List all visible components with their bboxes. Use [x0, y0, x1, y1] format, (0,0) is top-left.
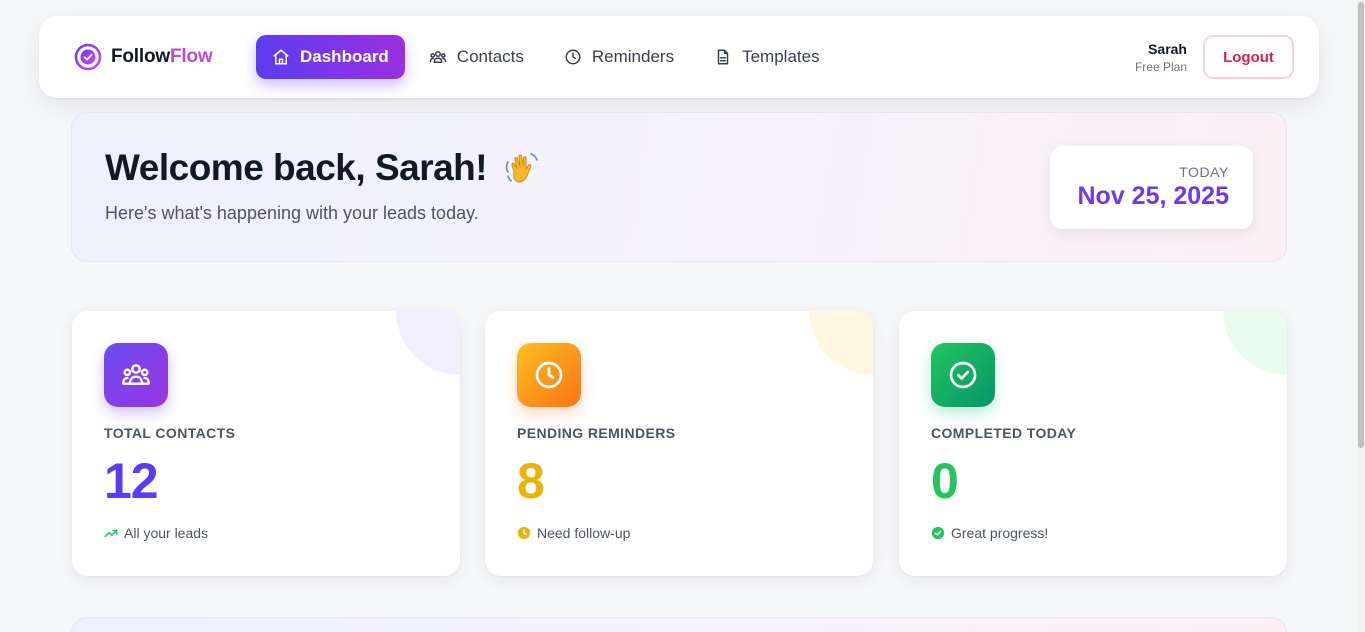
check-circle-icon	[949, 361, 977, 389]
stat-value: 0	[931, 453, 959, 509]
user-plan: Free Plan	[1134, 60, 1187, 74]
users-icon	[429, 51, 447, 63]
stat-decoration	[1223, 311, 1287, 375]
waving-hand-icon	[505, 153, 538, 183]
stat-footer: Need follow-up	[517, 525, 630, 541]
date-label: TODAY	[1179, 164, 1229, 180]
stat-decoration	[809, 311, 873, 375]
logout-button[interactable]: Logout	[1203, 35, 1294, 79]
users-icon	[122, 364, 150, 385]
top-navbar: FollowFlow Dashboard Contacts Reminders …	[39, 16, 1319, 98]
home-icon	[273, 49, 289, 65]
clock-filled-icon	[517, 526, 531, 540]
stat-value: 12	[104, 453, 159, 509]
brand-check-icon	[74, 43, 102, 71]
stat-icon-box	[931, 343, 995, 407]
main-nav: Dashboard Contacts Reminders Templates	[256, 35, 844, 79]
stat-label: COMPLETED TODAY	[931, 425, 1077, 441]
stat-card-pending-reminders: PENDING REMINDERS 8 Need follow-up	[485, 311, 873, 576]
stat-footer: Great progress!	[931, 525, 1048, 541]
stat-icon-box	[517, 343, 581, 407]
trending-up-icon	[104, 529, 118, 538]
stat-value: 8	[517, 453, 545, 509]
welcome-banner: Welcome back, Sarah! Here's what's happe…	[71, 112, 1287, 262]
stat-card-completed-today: COMPLETED TODAY 0 Great progress!	[899, 311, 1287, 576]
welcome-heading: Welcome back, Sarah!	[105, 147, 541, 189]
nav-contacts[interactable]: Contacts	[413, 35, 540, 79]
stat-card-total-contacts: TOTAL CONTACTS 12 All your leads	[72, 311, 460, 576]
nav-templates-label: Templates	[742, 47, 820, 66]
dashboard-page: FollowFlow Dashboard Contacts Reminders …	[0, 0, 1365, 632]
stat-footer: All your leads	[104, 525, 208, 541]
brand-name-part1: Follow	[111, 46, 170, 67]
next-section-panel	[71, 617, 1287, 632]
brand-name: FollowFlow	[111, 46, 213, 68]
stat-footer-text: Great progress!	[951, 525, 1049, 541]
brand-logo-link[interactable]: FollowFlow	[74, 43, 213, 71]
nav-dashboard[interactable]: Dashboard	[256, 35, 405, 79]
page-scrollbar[interactable]	[1357, 0, 1365, 632]
stat-decoration	[396, 311, 460, 375]
user-info: Sarah Free Plan	[1135, 41, 1187, 74]
stat-label: PENDING REMINDERS	[517, 425, 676, 441]
nav-reminders-label: Reminders	[591, 47, 675, 66]
user-name: Sarah	[1148, 41, 1187, 57]
date-value: Nov 25, 2025	[1077, 182, 1230, 210]
document-icon	[717, 49, 729, 65]
check-filled-icon	[931, 526, 945, 540]
stat-icon-box	[104, 343, 168, 407]
stat-footer-text: Need follow-up	[537, 525, 631, 541]
today-date-card: TODAY Nov 25, 2025	[1050, 146, 1253, 229]
nav-reminders[interactable]: Reminders	[548, 35, 690, 79]
nav-dashboard-label: Dashboard	[300, 47, 389, 66]
nav-templates[interactable]: Templates	[698, 35, 835, 79]
scrollbar-thumb[interactable]	[1358, 2, 1364, 448]
welcome-subtitle: Here's what's happening with your leads …	[105, 203, 479, 223]
stat-label: TOTAL CONTACTS	[104, 425, 236, 441]
clock-icon	[535, 361, 563, 389]
welcome-title-text: Welcome back, Sarah!	[105, 147, 488, 188]
nav-contacts-label: Contacts	[456, 47, 524, 66]
stat-footer-text: All your leads	[124, 525, 209, 541]
brand-name-part2: Flow	[169, 46, 213, 67]
clock-icon	[565, 49, 581, 65]
